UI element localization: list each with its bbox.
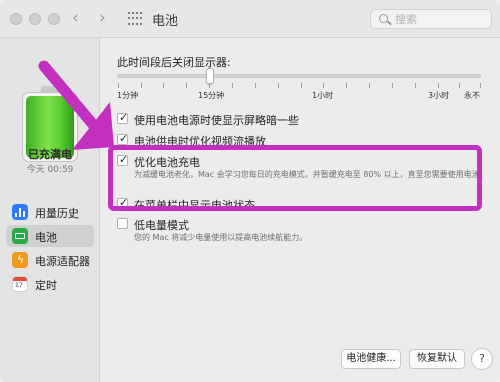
slider-tick (118, 83, 119, 88)
titlebar: ‹ › 电池 (0, 0, 500, 38)
display-off-slider[interactable] (117, 74, 481, 78)
sidebar-item-power-adapter[interactable]: ϟ 电源适配器 (6, 249, 94, 271)
slider-tick (392, 83, 393, 88)
power-adapter-icon: ϟ (12, 252, 28, 268)
slider-tick (346, 83, 347, 88)
sidebar: 已充满电 今天 00:59 用量历史 电池 ϟ 电源适配器 17 定时 (0, 38, 100, 382)
show-all-grid-icon[interactable] (128, 12, 142, 26)
slider-tick (232, 83, 233, 88)
option-label: 低电量模式 (134, 219, 189, 232)
search-input[interactable] (395, 11, 485, 27)
slider-tick-label: 3小时 (428, 91, 450, 100)
sidebar-item-battery[interactable]: 电池 (6, 225, 94, 247)
sidebar-item-schedule[interactable]: 17 定时 (6, 273, 94, 295)
preferences-window: ‹ › 电池 已充满电 今天 00:59 用量历史 电池 ϟ 电 (0, 0, 500, 382)
slider-tick-label: 1分钟 (117, 91, 139, 100)
forward-arrow-icon[interactable]: › (99, 8, 106, 28)
close-window-button[interactable] (10, 13, 22, 25)
slider-tick (438, 83, 439, 88)
option-description: 您的 Mac 将减少电量使用以提高电池续航能力。 (134, 233, 308, 242)
slider-tick (186, 83, 187, 88)
slider-tick (415, 83, 416, 88)
option-label: 使用电池电源时使显示屏略暗一些 (134, 114, 299, 127)
sidebar-item-label: 电池 (35, 231, 57, 244)
low-power-mode-checkbox[interactable] (117, 218, 128, 229)
display-off-slider-title: 此时间段后关闭显示器: (117, 56, 231, 69)
optimize-video-checkbox[interactable] (117, 132, 128, 145)
back-arrow-icon[interactable]: ‹ (72, 8, 79, 28)
option-description: 为减缓电池老化，Mac 会学习您每日的充电模式，并暂缓充电至 80% 以上，直至… (134, 170, 488, 179)
search-field[interactable] (370, 9, 492, 29)
usage-history-icon (12, 204, 28, 220)
sidebar-item-usage-history[interactable]: 用量历史 (6, 201, 94, 223)
restore-defaults-button[interactable]: 恢复默认 (409, 349, 465, 369)
zoom-window-button[interactable] (48, 13, 60, 25)
slider-tick (163, 83, 164, 88)
slider-tick-label: 永不 (464, 91, 480, 100)
sidebar-item-label: 电源适配器 (35, 255, 90, 268)
sidebar-item-label: 用量历史 (35, 207, 79, 220)
battery-status-time: 今天 00:59 (26, 165, 74, 175)
slider-tick (301, 83, 302, 88)
slider-knob[interactable] (206, 68, 214, 84)
slider-tick-label: 1小时 (312, 91, 334, 100)
slider-tick (255, 83, 256, 88)
slider-tick (480, 83, 481, 88)
minimize-window-button[interactable] (29, 13, 41, 25)
slider-tick (369, 83, 370, 88)
battery-status: 已充满电 (28, 148, 72, 161)
calendar-number: 17 (15, 282, 23, 289)
slider-tick (323, 83, 324, 88)
slider-tick (209, 83, 210, 88)
option-label: 电池供电时优化视频流播放 (134, 135, 266, 148)
slider-tick (459, 83, 460, 88)
show-battery-status-checkbox[interactable] (117, 196, 128, 209)
search-icon (379, 14, 388, 23)
option-label: 在菜单栏中显示电池状态 (134, 199, 255, 212)
main-panel: 此时间段后关闭显示器: 1分钟 15分钟 1小时 3小时 永不 使用电池电源时使… (101, 38, 500, 382)
sidebar-item-label: 定时 (35, 279, 57, 292)
battery-icon (12, 228, 28, 244)
optimized-charging-checkbox[interactable] (117, 153, 128, 166)
window-title: 电池 (152, 14, 179, 29)
slider-tick (278, 83, 279, 88)
battery-health-button[interactable]: 电池健康... (341, 349, 401, 369)
slider-tick (141, 83, 142, 88)
dim-display-checkbox[interactable] (117, 111, 128, 124)
schedule-icon: 17 (12, 276, 28, 292)
option-label: 优化电池充电 (134, 156, 200, 169)
help-button[interactable]: ? (471, 348, 493, 370)
slider-tick-label: 15分钟 (198, 91, 225, 100)
